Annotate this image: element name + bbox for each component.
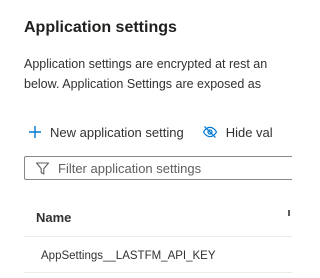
app-settings-panel: Application settings Application setting… — [0, 0, 292, 278]
section-description-line-1: Application settings are encrypted at re… — [24, 57, 268, 71]
column-resize-handle[interactable] — [288, 210, 290, 216]
filter-input[interactable] — [58, 160, 288, 176]
section-description-line-2: below. Application Settings are exposed … — [24, 77, 261, 91]
new-application-setting-button[interactable]: New application setting — [28, 125, 184, 140]
section-title: Application settings — [24, 19, 177, 36]
plus-icon — [28, 125, 42, 139]
filter-box[interactable] — [24, 156, 292, 180]
command-bar: New application setting Hide val — [28, 121, 273, 143]
hide-values-button[interactable]: Hide val — [202, 125, 273, 140]
hide-values-label: Hide val — [225, 124, 273, 140]
table-row[interactable]: AppSettings__LASTFM_API_KEY — [41, 250, 216, 262]
eye-off-icon — [202, 125, 218, 139]
header-divider — [24, 236, 292, 237]
new-application-setting-label: New application setting — [50, 124, 184, 140]
column-header-name[interactable]: Name — [36, 210, 71, 225]
row-divider — [24, 272, 292, 273]
filter-icon — [35, 161, 50, 176]
